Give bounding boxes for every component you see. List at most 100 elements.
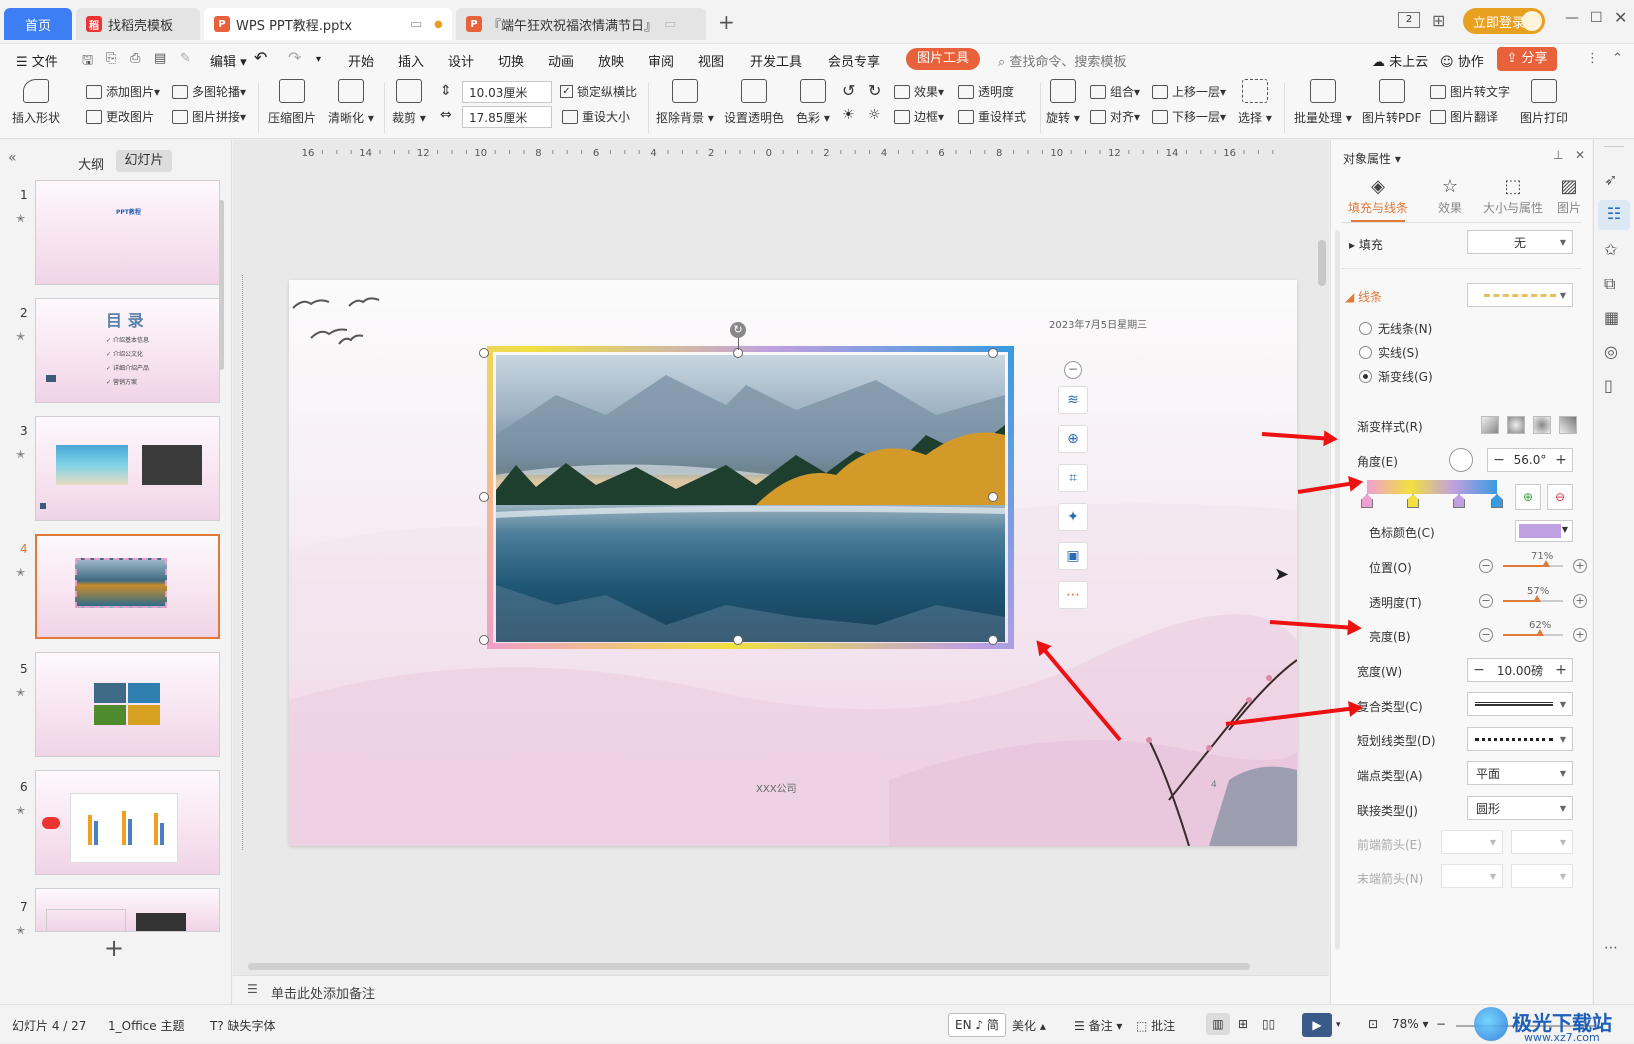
to-text-button[interactable]: 图片转文字 <box>1430 83 1510 100</box>
menu-edit[interactable]: 编辑 ▾ <box>210 51 247 70</box>
theme-name[interactable]: 1_Office 主题 <box>108 1017 184 1034</box>
menu-review[interactable]: 审阅 <box>648 51 674 70</box>
pin-icon[interactable]: ⊥ <box>1553 148 1563 162</box>
share-button[interactable]: ⇪ 分享 <box>1497 47 1557 71</box>
collapse-float-icon[interactable]: − <box>1064 361 1082 379</box>
minus-icon[interactable]: − <box>1479 628 1493 642</box>
thumb-scrollbar[interactable] <box>219 200 224 370</box>
set-transparent-button[interactable]: 设置透明色 <box>724 79 784 126</box>
close-icon[interactable]: ✕ <box>1614 8 1627 27</box>
line-section-toggle[interactable]: ◢ 线条 <box>1345 288 1382 305</box>
reset-size-button[interactable]: 重设大小 <box>562 108 630 125</box>
reset-style-button[interactable]: 重设样式 <box>958 108 1026 125</box>
gradient-stop-pink[interactable] <box>1361 494 1373 508</box>
slide-thumbnail-5[interactable] <box>35 652 220 757</box>
angle-stepper[interactable]: −56.0° + <box>1487 448 1573 472</box>
resize-handle-e[interactable] <box>988 492 998 502</box>
tab-festival[interactable]: P 『端午狂欢祝福浓情满节日』 ▭ <box>456 8 706 40</box>
collapse-ribbon-icon[interactable]: ⌃ <box>1612 51 1623 66</box>
style-icon[interactable]: ◎ <box>1604 342 1618 361</box>
idea-icon[interactable]: ✦ <box>1058 503 1088 531</box>
doc-icon[interactable]: ▣ <box>1058 542 1088 570</box>
remove-stop-icon[interactable]: ⊖ <box>1547 484 1573 510</box>
align-button[interactable]: 对齐 ▾ <box>1090 108 1140 125</box>
picture-stitch-button[interactable]: 图片拼接 ▾ <box>172 108 246 125</box>
collapse-panel-icon[interactable]: « <box>8 150 17 166</box>
cap-dropdown[interactable]: 平面 ▼ <box>1467 761 1573 785</box>
plus-icon[interactable]: + <box>1573 594 1587 608</box>
brightness-up-icon[interactable]: ☀ <box>842 107 855 123</box>
lock-ratio-checkbox[interactable]: ✓ 锁定纵横比 <box>560 83 637 100</box>
add-slide-button[interactable]: + <box>104 934 124 962</box>
grid-apps-icon[interactable]: ⊞ <box>1432 11 1445 30</box>
minimize-icon[interactable]: — <box>1565 10 1579 26</box>
more-sidebar-icon[interactable]: ⋯ <box>1604 940 1618 956</box>
resize-handle-nw[interactable] <box>479 348 489 358</box>
slide-thumbnail-3[interactable] <box>35 416 220 521</box>
gradient-bar[interactable] <box>1367 480 1497 494</box>
transparency-slider[interactable]: − 57% + <box>1479 586 1587 610</box>
fill-dropdown[interactable]: 无 ▼ <box>1467 230 1573 254</box>
to-pdf-button[interactable]: 图片转PDF <box>1362 79 1421 126</box>
send-backward-button[interactable]: 下移一层 ▾ <box>1152 108 1226 125</box>
rotate-handle-icon[interactable]: ↻ <box>730 322 746 338</box>
menu-transition[interactable]: 切换 <box>498 51 524 70</box>
notes-area[interactable]: ☰ 单击此处添加备注 <box>233 975 1329 1004</box>
fit-window-icon[interactable]: ⊡ <box>1368 1017 1378 1031</box>
redo-icon[interactable]: ↷ <box>288 48 301 67</box>
rotate-button[interactable]: 旋转 ▾ <box>1046 79 1080 126</box>
normal-view-icon[interactable]: ▥ <box>1206 1013 1230 1035</box>
more-dropdown-icon[interactable]: ▾ <box>316 54 321 65</box>
add-stop-icon[interactable]: ⊕ <box>1515 484 1541 510</box>
transparency-button[interactable]: 透明度 <box>958 83 1014 100</box>
properties-icon[interactable]: ☷ <box>1598 200 1630 230</box>
print-picture-button[interactable]: 图片打印 <box>1520 79 1568 126</box>
zoom-level[interactable]: 78% ▾ <box>1392 1017 1429 1031</box>
tab-home[interactable]: 首页 <box>4 8 72 40</box>
bring-forward-button[interactable]: 上移一层 ▾ <box>1152 83 1226 100</box>
radio-gradient-line[interactable]: 渐变线(G) <box>1359 368 1433 385</box>
menu-start[interactable]: 开始 <box>348 51 374 70</box>
effect-button[interactable]: 效果 ▾ <box>894 83 944 100</box>
vertical-scrollbar[interactable] <box>1318 240 1326 286</box>
tab-slides[interactable]: 幻灯片 <box>116 150 172 172</box>
join-dropdown[interactable]: 圆形 ▼ <box>1467 796 1573 820</box>
panel-scrollbar[interactable] <box>1335 230 1340 950</box>
menu-insert[interactable]: 插入 <box>398 51 424 70</box>
remove-bg-button[interactable]: 抠除背景 ▾ <box>656 79 714 126</box>
more-options-icon[interactable]: ⋯ <box>1058 581 1088 609</box>
undo-icon[interactable]: ↶ <box>254 48 267 67</box>
group-button[interactable]: 组合 ▾ <box>1090 83 1140 100</box>
stop-color-picker[interactable]: ▼ <box>1515 520 1573 542</box>
insert-shape-button[interactable]: 插入形状 <box>12 79 60 126</box>
tab-document[interactable]: P WPS PPT教程.pptx ▭ ● <box>204 8 452 40</box>
gradient-stop-blue[interactable] <box>1491 494 1503 508</box>
line-gradient-dropdown[interactable]: ▼ <box>1467 283 1573 307</box>
save-icon[interactable]: 🖫 <box>82 51 93 73</box>
minus-icon[interactable]: − <box>1479 559 1493 573</box>
gradient-stop-purple[interactable] <box>1453 494 1465 508</box>
panel-close-icon[interactable]: ✕ <box>1575 148 1585 162</box>
missing-font-button[interactable]: T? 缺失字体 <box>210 1017 276 1034</box>
animation-star-icon[interactable]: ✩ <box>1604 240 1617 259</box>
select-button[interactable]: 选择 ▾ <box>1238 79 1272 126</box>
format-painter-icon[interactable]: ✎ <box>180 51 191 66</box>
play-slideshow-button[interactable]: ▶ <box>1302 1013 1332 1037</box>
angle-dial-icon[interactable] <box>1449 448 1473 472</box>
print-icon[interactable]: ⎙ <box>130 51 140 66</box>
minus-icon[interactable]: − <box>1479 594 1493 608</box>
new-tab-button[interactable]: + <box>718 10 735 34</box>
transition-icon[interactable]: ⧉ <box>1604 274 1615 294</box>
border-button[interactable]: 边框 ▾ <box>894 108 944 125</box>
resize-handle-s[interactable] <box>733 635 743 645</box>
rotate-right-icon[interactable]: ↻ <box>868 81 881 100</box>
width-stepper[interactable]: −10.00磅 + <box>1467 658 1573 682</box>
height-input[interactable]: 17.85厘米 <box>462 106 552 128</box>
change-picture-button[interactable]: 更改图片 <box>86 108 154 125</box>
batch-button[interactable]: 批量处理 ▾ <box>1294 79 1352 126</box>
resize-handle-sw[interactable] <box>479 635 489 645</box>
resize-handle-se[interactable] <box>988 635 998 645</box>
decrement-icon[interactable]: − <box>1488 452 1510 468</box>
preview-icon[interactable]: ▤ <box>154 51 166 66</box>
fill-section-toggle[interactable]: ▸ 填充 <box>1349 236 1383 253</box>
